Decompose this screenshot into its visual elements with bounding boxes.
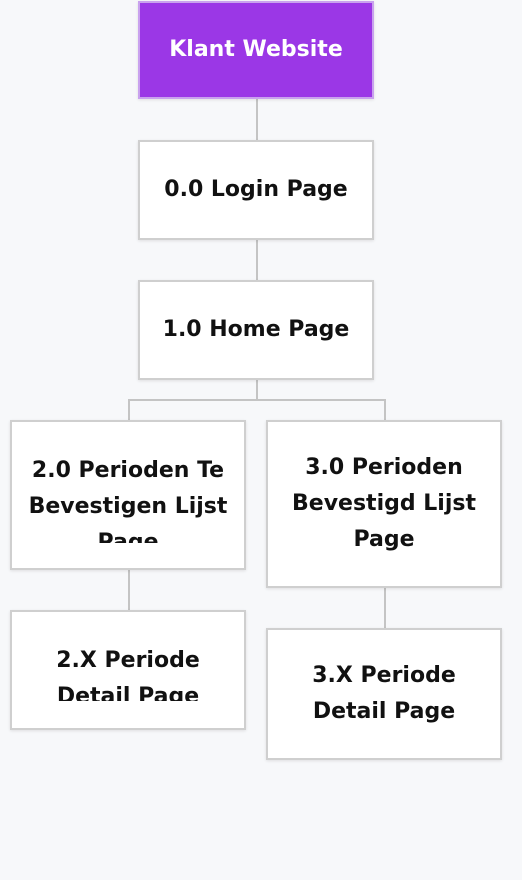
node-login-page[interactable]: 0.0 Login Page [138, 140, 374, 240]
connector-branch-right [384, 399, 386, 422]
node-label: Klant Website [169, 37, 343, 62]
node-label: 3.0 Perioden Bevestigd Lijst Page [292, 455, 476, 552]
node-perioden-te-bevestigen-lijst-page[interactable]: 2.0 Perioden Te Bevestigen Lijst Page [10, 420, 246, 570]
connector-root-login [256, 98, 258, 141]
node-label: 3.X Periode Detail Page [312, 663, 456, 724]
node-perioden-bevestigd-lijst-page[interactable]: 3.0 Perioden Bevestigd Lijst Page [266, 420, 502, 588]
connector-branch-left [128, 399, 130, 422]
node-label: 2.0 Perioden Te Bevestigen Lijst Page [28, 458, 228, 543]
node-home-page[interactable]: 1.0 Home Page [138, 280, 374, 380]
node-label: 0.0 Login Page [164, 177, 348, 202]
node-klant-website[interactable]: Klant Website [138, 1, 374, 99]
connector-login-home [256, 238, 258, 281]
node-periode-detail-page-2x[interactable]: 2.X Periode Detail Page [10, 610, 246, 730]
node-periode-detail-page-3x[interactable]: 3.X Periode Detail Page [266, 628, 502, 760]
connector-2-0-to-2-x [128, 568, 130, 611]
node-label: 1.0 Home Page [162, 317, 350, 342]
connector-3-0-to-3-x [384, 586, 386, 629]
connector-home-branch [256, 378, 258, 400]
connector-branch-horizontal [128, 399, 386, 401]
node-label: 2.X Periode Detail Page [56, 648, 200, 701]
